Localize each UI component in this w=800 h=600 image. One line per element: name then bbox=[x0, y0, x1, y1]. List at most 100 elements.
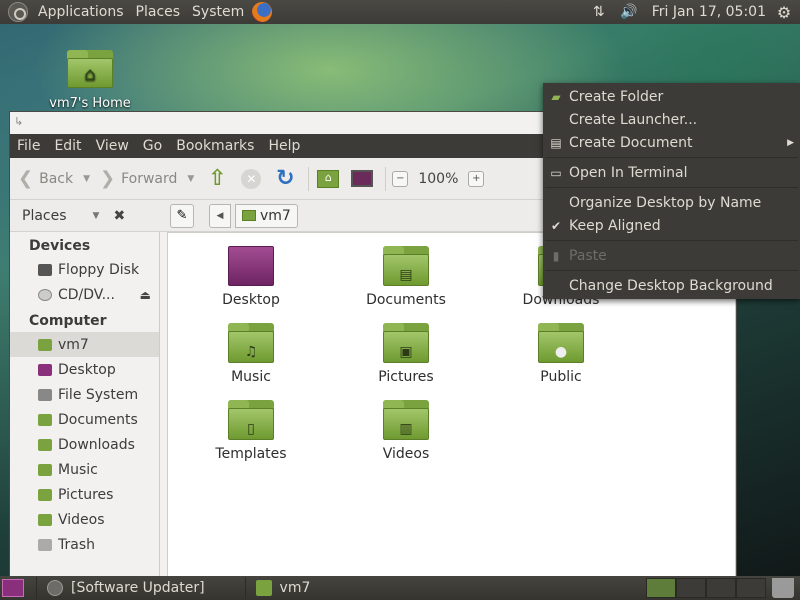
taskbar-item-label: vm7 bbox=[279, 580, 311, 596]
videos-folder-icon bbox=[38, 513, 52, 526]
forward-history-dropdown-icon[interactable]: ▼ bbox=[187, 174, 194, 184]
applications-menu[interactable]: Applications bbox=[32, 0, 130, 24]
menu-file[interactable]: File bbox=[10, 134, 47, 158]
software-updater-icon bbox=[47, 580, 63, 596]
taskbar-item-software-updater[interactable]: [Software Updater] bbox=[36, 577, 215, 599]
sidebar-item-desktop[interactable]: Desktop bbox=[10, 357, 159, 382]
trash-icon[interactable] bbox=[772, 578, 794, 598]
power-icon[interactable]: ⚙ bbox=[774, 3, 794, 22]
file-item-label: Desktop bbox=[222, 292, 280, 308]
computer-button[interactable] bbox=[349, 166, 375, 192]
sidebar-item-pictures[interactable]: Pictures bbox=[10, 482, 159, 507]
clock[interactable]: Fri Jan 17, 05:01 bbox=[648, 4, 774, 20]
reload-button[interactable]: ↻ bbox=[272, 166, 298, 192]
top-panel: Applications Places System ⇅ 🔊 Fri Jan 1… bbox=[0, 0, 800, 24]
menu-item-create-document[interactable]: ▤ Create Document ▶ bbox=[543, 132, 800, 154]
sidebar-item-label: File System bbox=[58, 386, 139, 403]
toolbar-separator bbox=[308, 166, 310, 191]
file-item-pictures[interactable]: ▣ Pictures bbox=[346, 323, 466, 385]
templates-folder-icon: ▯ bbox=[228, 400, 274, 440]
workspace-3[interactable] bbox=[706, 578, 736, 598]
file-item-label: Templates bbox=[215, 446, 287, 462]
cd-icon bbox=[38, 288, 52, 301]
bottom-panel: [Software Updater] vm7 bbox=[0, 576, 800, 600]
menu-item-label: Organize Desktop by Name bbox=[569, 195, 762, 211]
sidebar-selector-label: Places bbox=[22, 207, 67, 224]
menu-item-open-terminal[interactable]: ▭ Open In Terminal bbox=[543, 162, 800, 184]
menu-view[interactable]: View bbox=[89, 134, 136, 158]
menu-item-label: Keep Aligned bbox=[569, 218, 661, 234]
back-button[interactable]: ❮ Back ▼ bbox=[18, 168, 90, 189]
file-item-desktop[interactable]: Desktop bbox=[191, 246, 311, 308]
workspace-1[interactable] bbox=[646, 578, 676, 598]
file-item-public[interactable]: ● Public bbox=[501, 323, 621, 385]
taskbar-item-vm7[interactable]: vm7 bbox=[244, 577, 321, 599]
menu-item-keep-aligned[interactable]: ✔ Keep Aligned bbox=[543, 215, 800, 237]
ubuntu-logo-icon[interactable] bbox=[8, 2, 28, 22]
show-desktop-button[interactable] bbox=[2, 579, 24, 597]
desktop-home-icon[interactable]: ⌂ vm7's Home bbox=[42, 50, 138, 111]
file-item-label: Videos bbox=[382, 446, 430, 462]
sidebar-item-floppy[interactable]: Floppy Disk bbox=[10, 257, 159, 282]
file-item-documents[interactable]: ▤ Documents bbox=[346, 246, 466, 308]
firefox-icon[interactable] bbox=[252, 2, 273, 22]
stop-icon: ✕ bbox=[241, 168, 262, 189]
checkmark-icon: ✔ bbox=[550, 219, 562, 233]
menu-item-label: Open In Terminal bbox=[569, 165, 688, 181]
forward-label: Forward bbox=[121, 170, 178, 187]
desktop-folder-icon bbox=[228, 246, 274, 286]
window-menu-icon[interactable]: ↳ bbox=[14, 115, 23, 128]
breadcrumb-left-button[interactable]: ◀ bbox=[209, 203, 231, 228]
close-sidebar-icon[interactable]: ✖ bbox=[113, 208, 125, 224]
zoom-out-button[interactable]: − bbox=[392, 170, 409, 187]
sidebar-item-documents[interactable]: Documents bbox=[10, 407, 159, 432]
workspace-switcher bbox=[646, 578, 800, 598]
menu-item-organize-by-name[interactable]: Organize Desktop by Name bbox=[543, 192, 800, 214]
forward-button[interactable]: ❯ Forward ▼ bbox=[100, 168, 194, 189]
workspace-2[interactable] bbox=[676, 578, 706, 598]
up-button[interactable]: ⇧ bbox=[204, 166, 230, 192]
menu-item-label: Create Document bbox=[569, 135, 693, 151]
system-menu[interactable]: System bbox=[186, 0, 250, 24]
volume-icon[interactable]: 🔊 bbox=[618, 4, 640, 20]
file-item-videos[interactable]: ▥ Videos bbox=[346, 400, 466, 462]
workspace-4[interactable] bbox=[736, 578, 766, 598]
menu-item-create-launcher[interactable]: Create Launcher... bbox=[543, 109, 800, 131]
network-icon[interactable]: ⇅ bbox=[588, 4, 610, 20]
menu-edit[interactable]: Edit bbox=[47, 134, 88, 158]
eject-icon[interactable]: ⏏ bbox=[140, 288, 151, 302]
sidebar-item-music[interactable]: Music bbox=[10, 457, 159, 482]
back-history-dropdown-icon[interactable]: ▼ bbox=[83, 174, 90, 184]
sidebar-selector[interactable]: Places ▼ ✖ bbox=[10, 208, 150, 224]
home-icon: ⌂ bbox=[317, 169, 340, 188]
menu-go[interactable]: Go bbox=[136, 134, 169, 158]
menu-item-change-background[interactable]: Change Desktop Background bbox=[543, 275, 800, 297]
menu-separator bbox=[545, 240, 798, 241]
stop-button[interactable]: ✕ bbox=[238, 166, 264, 192]
sidebar-item-filesystem[interactable]: File System bbox=[10, 382, 159, 407]
home-folder-icon bbox=[38, 338, 52, 351]
file-item-templates[interactable]: ▯ Templates bbox=[191, 400, 311, 462]
zoom-in-button[interactable]: + bbox=[468, 170, 485, 187]
places-menu[interactable]: Places bbox=[130, 0, 187, 24]
sidebar-computer-header: Computer bbox=[29, 313, 107, 329]
breadcrumb-label: vm7 bbox=[260, 207, 291, 224]
sidebar-item-trash[interactable]: Trash bbox=[10, 532, 159, 557]
edit-location-button[interactable]: ✎ bbox=[170, 203, 194, 228]
documents-folder-icon: ▤ bbox=[383, 246, 429, 286]
new-folder-icon: ▰ bbox=[551, 90, 561, 104]
sidebar-item-videos[interactable]: Videos bbox=[10, 507, 159, 532]
floppy-icon bbox=[38, 263, 52, 276]
home-button[interactable]: ⌂ bbox=[315, 166, 341, 192]
menu-item-create-folder[interactable]: ▰ Create Folder bbox=[543, 86, 800, 108]
breadcrumb[interactable]: vm7 bbox=[235, 203, 298, 228]
sidebar-item-cdrom[interactable]: CD/DV... ⏏ bbox=[10, 282, 159, 307]
music-folder-icon: ♫ bbox=[228, 323, 274, 363]
pencil-icon: ✎ bbox=[176, 207, 188, 223]
file-item-music[interactable]: ♫ Music bbox=[191, 323, 311, 385]
menu-help[interactable]: Help bbox=[261, 134, 307, 158]
sidebar-item-downloads[interactable]: Downloads bbox=[10, 432, 159, 457]
menu-bookmarks[interactable]: Bookmarks bbox=[169, 134, 261, 158]
menu-separator bbox=[545, 187, 798, 188]
sidebar-item-home[interactable]: vm7 bbox=[10, 332, 159, 357]
